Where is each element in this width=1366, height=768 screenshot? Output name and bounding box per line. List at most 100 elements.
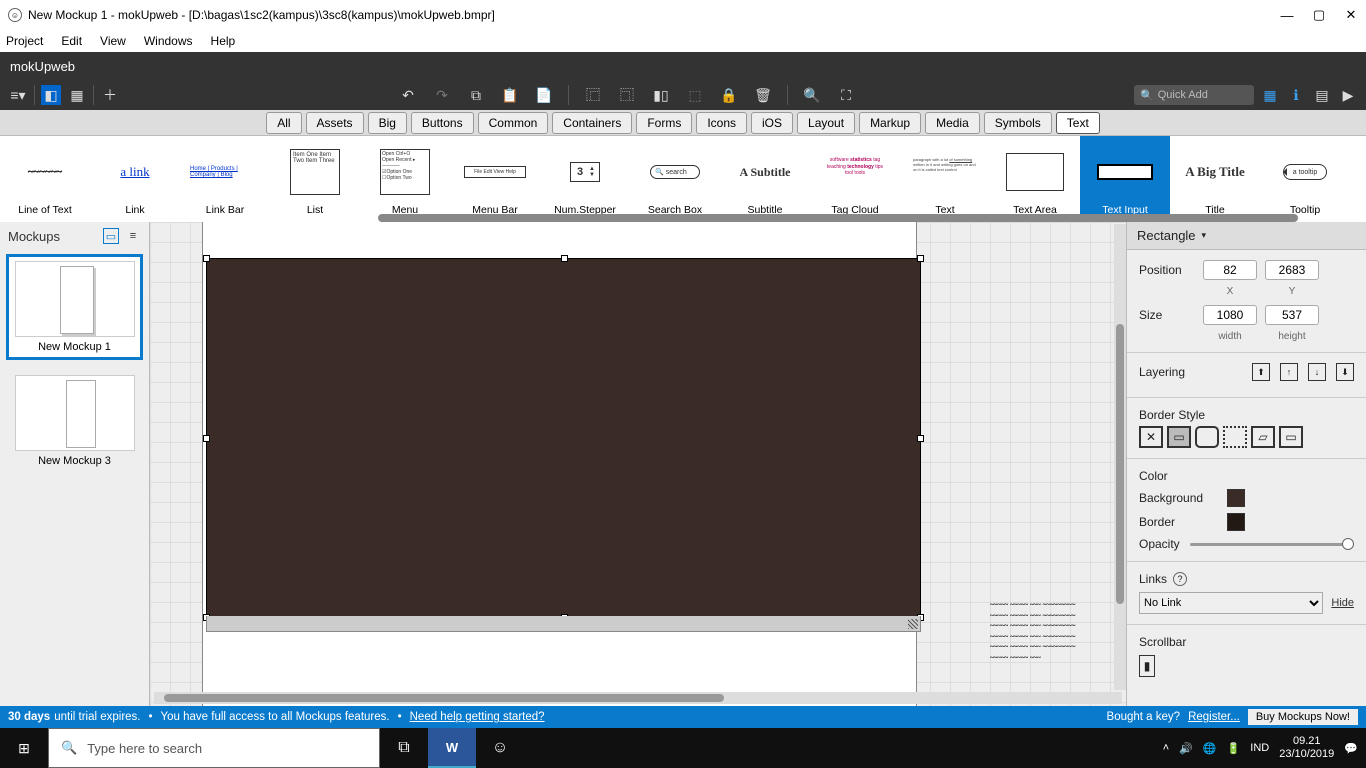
tab-containers[interactable]: Containers [552,112,632,134]
taskbar-search[interactable]: 🔍 Type here to search [48,728,380,768]
border-callout-icon[interactable]: ▱ [1251,426,1275,448]
scrollbar-toggle-icon[interactable]: ▮ [1139,655,1155,677]
ui-item-menubar[interactable]: File Edit View HelpMenu Bar [450,136,540,222]
tray-network-icon[interactable]: 🌐 [1203,742,1217,755]
ui-item-link[interactable]: a linkLink [90,136,180,222]
tray-clock[interactable]: 09.21 23/10/2019 [1279,735,1334,761]
tab-layout[interactable]: Layout [797,112,855,134]
tray-language[interactable]: IND [1250,742,1269,754]
resize-handle-n[interactable] [561,255,568,262]
mockup-thumb[interactable]: New Mockup 3 [6,368,143,474]
position-y-input[interactable] [1265,260,1319,280]
ui-item-tagcloud[interactable]: software statistics tag teaching technol… [810,136,900,222]
group-icon[interactable]: ⿸ [583,85,603,105]
inspector-header[interactable]: Rectangle ▾ [1127,222,1366,250]
align-icon[interactable]: ▮▯ [651,85,671,105]
send-back-icon[interactable]: ⬇ [1336,363,1354,381]
info-icon[interactable]: ℹ [1286,85,1306,105]
ui-item-title[interactable]: A Big TitleTitle [1170,136,1260,222]
notes-icon[interactable]: ▤ [1312,85,1332,105]
tab-markup[interactable]: Markup [859,112,921,134]
size-height-input[interactable] [1265,305,1319,325]
ui-item-linkbar[interactable]: Home | Products | Company | BlogLink Bar [180,136,270,222]
fullscreen-icon[interactable]: ▶ [1338,85,1358,105]
selected-rectangle[interactable] [206,258,921,618]
canvas-horizontal-scrollbar[interactable] [154,692,1122,704]
list-view-icon[interactable]: ≡ [125,228,141,244]
resize-handle-ne[interactable] [917,255,924,262]
ui-item-menu[interactable]: Open Ctrl+OOpen Recent ▸─────☑Option One… [360,136,450,222]
send-backward-icon[interactable]: ↓ [1308,363,1326,381]
tab-buttons[interactable]: Buttons [411,112,474,134]
tab-ios[interactable]: iOS [751,112,793,134]
menu-icon[interactable]: ≡▾ [8,85,28,105]
ui-item-numstepper[interactable]: 3▲▼Num.Stepper [540,136,630,222]
undo-icon[interactable]: ↶ [398,85,418,105]
tab-common[interactable]: Common [478,112,549,134]
canvas-element-strip[interactable] [206,616,921,632]
border-folder-icon[interactable]: ▭ [1279,426,1303,448]
background-color-swatch[interactable] [1227,489,1245,507]
minimize-button[interactable]: — [1280,8,1294,23]
add-icon[interactable]: ＋ [100,85,120,105]
taskbar-app-word[interactable]: W [428,728,476,768]
tab-big[interactable]: Big [368,112,407,134]
position-x-input[interactable] [1203,260,1257,280]
lock-icon[interactable]: 🔒 [719,85,739,105]
border-solid-icon[interactable]: ▭ [1167,426,1191,448]
canvas-vertical-scrollbar[interactable] [1114,224,1126,690]
trial-help-link[interactable]: Need help getting started? [410,711,545,723]
redo-icon[interactable]: ↷ [432,85,452,105]
tray-battery-icon[interactable]: 🔋 [1227,742,1241,755]
start-button[interactable]: ⊞ [0,728,48,768]
size-width-input[interactable] [1203,305,1257,325]
ui-item-textinput[interactable]: Text Input [1080,136,1170,222]
tray-notifications-icon[interactable]: 💬 [1344,742,1358,755]
tab-forms[interactable]: Forms [636,112,692,134]
border-rounded-icon[interactable] [1195,426,1219,448]
tab-assets[interactable]: Assets [306,112,364,134]
ui-item-subtitle[interactable]: A SubtitleSubtitle [720,136,810,222]
toggle-library-icon[interactable]: ▦ [1260,85,1280,105]
ui-library-scrollbar[interactable] [378,214,1298,222]
resize-grip-icon[interactable] [908,619,918,629]
tray-chevron-icon[interactable]: ˄ [1163,742,1169,754]
ui-item-list[interactable]: Item One Item Two Item ThreeList [270,136,360,222]
tray-volume-icon[interactable]: 🔊 [1179,742,1193,755]
mockup-thumb[interactable]: New Mockup 1 [6,254,143,360]
slider-thumb[interactable] [1342,538,1354,550]
close-button[interactable]: ✕ [1344,7,1358,23]
hide-link[interactable]: Hide [1331,597,1354,609]
register-link[interactable]: Register... [1188,711,1240,723]
tab-all[interactable]: All [266,112,301,134]
taskbar-app-smiley[interactable]: ☺ [476,728,524,768]
opacity-slider[interactable] [1190,543,1354,546]
paste-icon[interactable]: 📋 [500,85,520,105]
task-view-icon[interactable]: ⧉ [380,728,428,768]
link-select[interactable]: No Link [1139,592,1323,614]
ui-item-searchbox[interactable]: 🔍searchSearch Box [630,136,720,222]
tab-text[interactable]: Text [1056,112,1100,134]
maximize-button[interactable]: ▢ [1312,7,1326,23]
ui-item-text[interactable]: paragraph with a lot of something writte… [900,136,990,222]
tab-media[interactable]: Media [925,112,980,134]
tab-icons[interactable]: Icons [696,112,747,134]
view-panels-icon[interactable]: ◧ [41,85,61,105]
menu-project[interactable]: Project [6,34,43,48]
view-grid-icon[interactable]: ▦ [67,85,87,105]
bring-front-icon[interactable]: ⬆ [1252,363,1270,381]
menu-edit[interactable]: Edit [61,34,82,48]
canvas[interactable]: ~~~~~ ~~~~~ ~~~ ~~~~~~~~~~~~~~ ~~~~~ ~~~… [150,222,1126,706]
help-icon[interactable]: ? [1173,572,1187,586]
bring-forward-icon[interactable]: ↑ [1280,363,1298,381]
zoom-icon[interactable]: 🔍 [802,85,822,105]
resize-handle-e[interactable] [917,435,924,442]
copy-icon[interactable]: ⧉ [466,85,486,105]
menu-help[interactable]: Help [211,34,236,48]
zoom-fit-icon[interactable]: ⛶ [836,85,856,105]
ungroup-icon[interactable]: ⿹ [617,85,637,105]
distribute-icon[interactable]: ⬚ [685,85,705,105]
resize-handle-w[interactable] [203,435,210,442]
border-color-swatch[interactable] [1227,513,1245,531]
border-none-icon[interactable]: ✕ [1139,426,1163,448]
